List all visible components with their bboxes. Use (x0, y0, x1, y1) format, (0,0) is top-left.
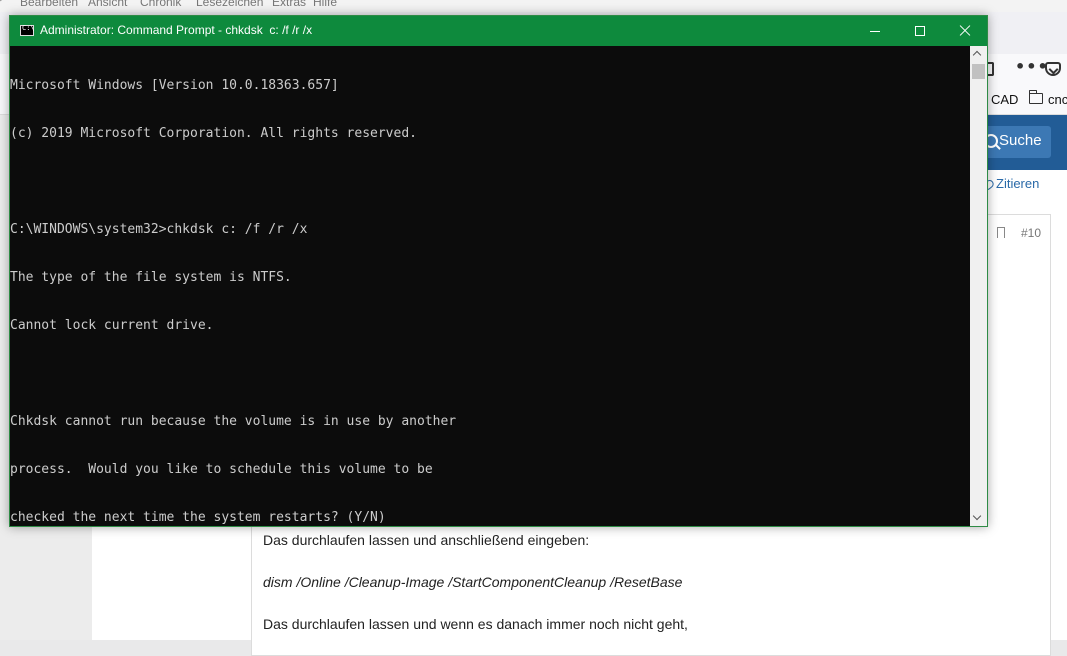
console-line: Cannot lock current drive. (10, 318, 214, 333)
tab-strip (987, 12, 1067, 54)
quote-label: Zitieren (996, 176, 1040, 191)
quote-link[interactable]: Zitieren (981, 176, 1040, 192)
post-text-line: Das durchlaufen lassen und anschließend … (263, 532, 590, 548)
window-title: Administrator: Command Prompt - chkdsk c… (40, 23, 313, 37)
post-command-line: dism /Online /Cleanup-Image /StartCompon… (263, 574, 683, 590)
command-prompt-window[interactable]: C:\ Administrator: Command Prompt - chkd… (9, 15, 988, 527)
console-line: C:\WINDOWS\system32>chkdsk c: /f /r /x (10, 222, 308, 237)
menu-item-chronik[interactable]: Chronik (140, 0, 181, 9)
menu-item-ansicht[interactable]: Ansicht (88, 0, 127, 9)
browser-menubar: r Bearbeiten Ansicht Chronik Lesezeichen… (0, 0, 1067, 12)
post-number[interactable]: #10 (1021, 226, 1041, 240)
search-button[interactable]: Suche (978, 126, 1051, 158)
menu-item-lesezeichen[interactable]: Lesezeichen (196, 0, 263, 9)
console-line: (c) 2019 Microsoft Corporation. All righ… (10, 126, 417, 141)
maximize-button[interactable] (898, 16, 944, 46)
cmd-app-icon[interactable]: C:\ (20, 24, 35, 36)
vertical-scrollbar[interactable] (970, 46, 987, 526)
console-output[interactable]: Microsoft Windows [Version 10.0.18363.65… (10, 46, 970, 526)
scroll-down-arrow-icon[interactable] (970, 509, 987, 526)
scroll-thumb[interactable] (972, 64, 985, 79)
console-line: Chkdsk cannot run because the volume is … (10, 414, 457, 429)
more-actions-icon[interactable]: ••• (1015, 57, 1049, 76)
console-line: Microsoft Windows [Version 10.0.18363.65… (10, 78, 339, 93)
search-button-label: Suche (999, 132, 1042, 149)
scroll-up-arrow-icon[interactable] (970, 46, 987, 63)
post-text-line: Das durchlaufen lassen und wenn es danac… (263, 616, 688, 632)
console-line: The type of the file system is NTFS. (10, 270, 292, 285)
bookmark-cad[interactable]: CAD (991, 92, 1018, 107)
close-button[interactable] (942, 16, 988, 46)
cmd-titlebar[interactable]: C:\ Administrator: Command Prompt - chkd… (10, 16, 987, 46)
cmd-icon-text: C:\ (22, 24, 35, 32)
folder-icon (1029, 90, 1043, 104)
menu-item-hilfe[interactable]: Hilfe (313, 0, 337, 9)
menu-item[interactable]: r (0, 0, 2, 9)
pocket-icon[interactable] (1045, 62, 1061, 76)
bookmark-icon[interactable] (997, 227, 1005, 242)
console-line: checked the next time the system restart… (10, 510, 386, 525)
menu-item-extras[interactable]: Extras (272, 0, 306, 9)
menu-item-bearbeiten[interactable]: Bearbeiten (20, 0, 78, 9)
bookmark-cnc[interactable]: cnc (1048, 92, 1067, 107)
minimize-button[interactable] (852, 16, 898, 46)
console-line: process. Would you like to schedule this… (10, 462, 433, 477)
